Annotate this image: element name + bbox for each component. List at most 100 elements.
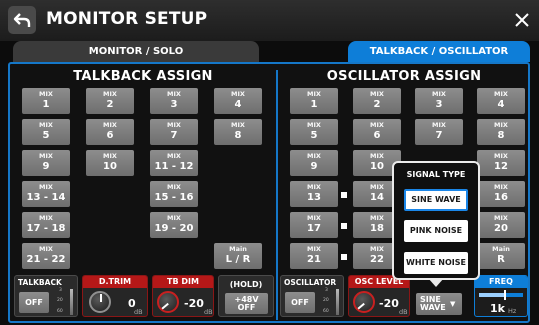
- osc-assign-mix-13[interactable]: MIX 13: [290, 181, 338, 207]
- osc-assign-mix-4[interactable]: MIX 4: [477, 88, 525, 114]
- tab-talkback-oscillator[interactable]: TALKBACK / OSCILLATOR: [348, 41, 530, 62]
- tb-assign-mix-4[interactable]: MIX 4: [214, 88, 262, 114]
- mix-label: MIX: [494, 183, 508, 191]
- freq-slider[interactable]: [479, 290, 523, 300]
- mix-label: MIX: [167, 90, 181, 98]
- mix-number: 8: [497, 129, 505, 141]
- tb-assign-mix-1[interactable]: MIX 1: [22, 88, 70, 114]
- mix-number: 19 - 20: [154, 222, 194, 234]
- dtrim-strip: D.TRIM 0 dB: [82, 275, 148, 317]
- back-button[interactable]: [8, 6, 36, 34]
- mix-number: 1: [310, 98, 318, 110]
- stereo-link-indicator: [341, 192, 347, 198]
- talkback-off-button[interactable]: OFF: [19, 292, 49, 313]
- freq-unit: Hz: [508, 307, 517, 315]
- tb-assign-mix-19-20[interactable]: MIX 19 - 20: [150, 212, 198, 238]
- phantom-power-button[interactable]: +48V OFF: [225, 293, 268, 314]
- signal-type-selector[interactable]: SINE WAVE ▼: [416, 293, 462, 315]
- osc-assign-mix-21[interactable]: MIX 21: [290, 243, 338, 269]
- tb-assign-mix-10[interactable]: MIX 10: [86, 150, 134, 176]
- mix-label: MIX: [39, 152, 53, 160]
- osc-level-unit: dB: [399, 308, 408, 316]
- talkback-assign-title: TALKBACK ASSIGN: [73, 69, 213, 84]
- monitor-setup-screen: MONITOR SETUP MONITOR / SOLO TALKBACK / …: [0, 0, 539, 325]
- osc-assign-mix-9[interactable]: MIX 9: [290, 150, 338, 176]
- tb-assign-main-lr[interactable]: Main L / R: [214, 243, 262, 269]
- tb-assign-mix-2[interactable]: MIX 2: [86, 88, 134, 114]
- mix-number: 21: [307, 253, 321, 265]
- tb-assign-mix-8[interactable]: MIX 8: [214, 119, 262, 145]
- tb-assign-mix-15-16[interactable]: MIX 15 - 16: [150, 181, 198, 207]
- mix-label: MIX: [307, 214, 321, 222]
- mix-label: MIX: [167, 183, 181, 191]
- mix-number: 13 - 14: [26, 191, 66, 203]
- meter-scale-top: 3: [59, 288, 62, 293]
- mix-label: MIX: [39, 214, 53, 222]
- oscillator-assign-title: OSCILLATOR ASSIGN: [326, 69, 482, 84]
- osc-assign-main-r[interactable]: Main R: [477, 243, 525, 269]
- tbdim-strip: TB DIM -20 dB: [152, 275, 214, 317]
- dtrim-unit: dB: [134, 308, 143, 316]
- mix-label: MIX: [39, 245, 53, 253]
- osc-level-knob[interactable]: [353, 291, 375, 313]
- freq-value: 1k: [490, 302, 505, 315]
- tbdim-knob[interactable]: [157, 291, 179, 313]
- osc-assign-mix-6[interactable]: MIX 6: [353, 119, 401, 145]
- freq-label: FREQ: [475, 276, 527, 288]
- mix-number: 9: [310, 160, 318, 172]
- tb-assign-mix-21-22[interactable]: MIX 21 - 22: [22, 243, 70, 269]
- osc-assign-mix-3[interactable]: MIX 3: [415, 88, 463, 114]
- close-button[interactable]: [512, 10, 532, 30]
- tb-assign-mix-9[interactable]: MIX 9: [22, 150, 70, 176]
- mix-number: 1: [42, 98, 50, 110]
- mix-label: MIX: [39, 183, 53, 191]
- osc-assign-mix-1[interactable]: MIX 1: [290, 88, 338, 114]
- signal-type-line2: WAVE: [420, 303, 446, 312]
- osc-assign-mix-5[interactable]: MIX 5: [290, 119, 338, 145]
- mix-label: MIX: [103, 90, 117, 98]
- mix-number: 7: [435, 129, 443, 141]
- mix-number: L / R: [225, 253, 251, 265]
- osc-assign-mix-12[interactable]: MIX 12: [477, 150, 525, 176]
- osc-assign-mix-16[interactable]: MIX 16: [477, 181, 525, 207]
- mix-number: 17: [307, 222, 321, 234]
- mix-label: MIX: [494, 214, 508, 222]
- mix-number: 11 - 12: [154, 160, 194, 172]
- meter-scale-bot: 60: [57, 309, 63, 314]
- mix-number: 5: [42, 129, 50, 141]
- tb-assign-mix-11-12[interactable]: MIX 11 - 12: [150, 150, 198, 176]
- freq-slider-thumb[interactable]: [504, 290, 507, 300]
- mix-label: MIX: [103, 152, 117, 160]
- mix-label: MIX: [494, 121, 508, 129]
- white-noise-option[interactable]: WHITE NOISE: [404, 252, 468, 274]
- osc-level-value: -20: [379, 297, 399, 310]
- mix-number: 4: [234, 98, 242, 110]
- phantom-strip: (HOLD) +48V OFF: [218, 275, 274, 317]
- phantom-hold-label: (HOLD): [229, 280, 263, 289]
- osc-assign-mix-2[interactable]: MIX 2: [353, 88, 401, 114]
- oscillator-off-button[interactable]: OFF: [285, 292, 315, 313]
- tb-assign-mix-7[interactable]: MIX 7: [150, 119, 198, 145]
- mix-label: MIX: [307, 121, 321, 129]
- tb-assign-mix-3[interactable]: MIX 3: [150, 88, 198, 114]
- mix-label: MIX: [370, 121, 384, 129]
- tbdim-value: -20: [184, 297, 204, 310]
- mix-number: 21 - 22: [26, 253, 66, 265]
- mix-label: MIX: [370, 152, 384, 160]
- osc-level-strip: OSC LEVEL -20 dB: [348, 275, 410, 317]
- osc-assign-mix-17[interactable]: MIX 17: [290, 212, 338, 238]
- mix-number: 12: [494, 160, 508, 172]
- osc-assign-mix-7[interactable]: MIX 7: [415, 119, 463, 145]
- tb-assign-mix-6[interactable]: MIX 6: [86, 119, 134, 145]
- osc-assign-mix-8[interactable]: MIX 8: [477, 119, 525, 145]
- talkback-strip: TALKBACK OFF 3 20 60: [14, 275, 78, 317]
- tb-assign-mix-17-18[interactable]: MIX 17 - 18: [22, 212, 70, 238]
- close-icon: [515, 13, 529, 27]
- tab-monitor-solo[interactable]: MONITOR / SOLO: [13, 41, 259, 62]
- tb-assign-mix-13-14[interactable]: MIX 13 - 14: [22, 181, 70, 207]
- tb-assign-mix-5[interactable]: MIX 5: [22, 119, 70, 145]
- osc-assign-mix-20[interactable]: MIX 20: [477, 212, 525, 238]
- pink-noise-option[interactable]: PINK NOISE: [404, 220, 468, 242]
- sine-wave-option[interactable]: SINE WAVE: [404, 189, 468, 211]
- dtrim-knob[interactable]: [89, 291, 111, 313]
